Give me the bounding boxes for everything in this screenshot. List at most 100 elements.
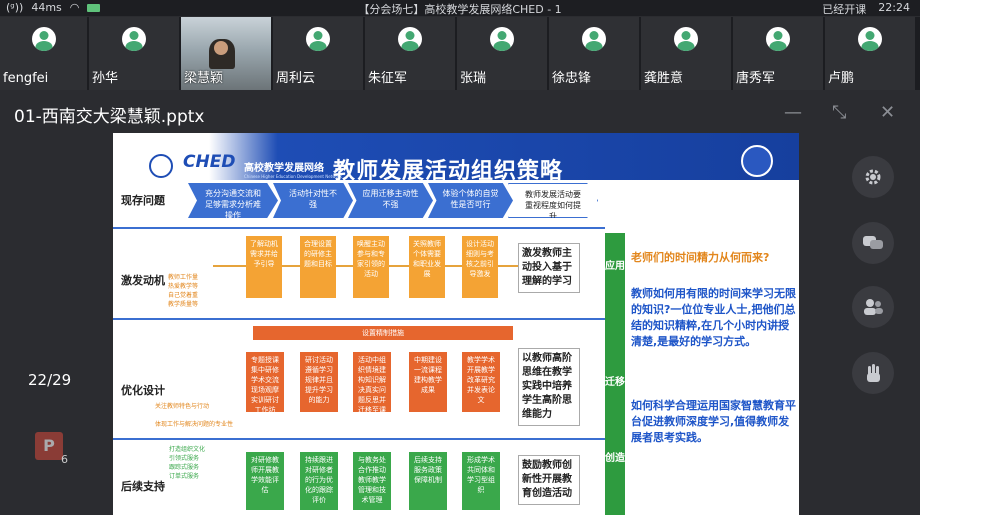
design-bar: 设置精制措施 — [253, 326, 513, 340]
design-box: 教学学术开展教学改革研究并发表论文 — [462, 352, 500, 412]
motive-factor: 教师工作量 — [168, 274, 199, 281]
ppt-count: 6 — [61, 453, 68, 466]
slide-header: CHED 高校教学发展网络 Chinese Higher Education D… — [113, 133, 799, 184]
participant-name: 徐忠锋 — [552, 71, 592, 86]
participant-tile[interactable]: 卢鹏 — [825, 17, 915, 90]
shrink-icon[interactable]: ⤡ — [832, 104, 846, 122]
university-emblem-icon — [741, 145, 773, 177]
stage-label: 创造 — [605, 453, 625, 464]
participant-tile[interactable]: fengfei — [0, 17, 87, 90]
participant-name: 朱征军 — [368, 71, 408, 86]
avatar-icon — [582, 27, 606, 51]
divider — [113, 438, 605, 440]
ched-logo: CHED — [183, 152, 236, 172]
participant-tile[interactable]: 孙华 — [89, 17, 179, 90]
participant-strip: fengfei 孙华 梁慧颖 周利云 朱征军 张瑞 徐忠锋 龚胜意 唐秀军 卢鹏 — [0, 17, 920, 90]
network-name-cn: 高校教学发展网络 — [244, 163, 324, 174]
slide-notes: 老师们的时间精力从何而来? 教师如何用有限的时间来学习无限的知识?一位位专业人士… — [625, 180, 799, 515]
stage-label: 应用 — [605, 261, 625, 272]
ppt-file-icon[interactable]: P — [35, 432, 63, 460]
avatar-icon — [398, 27, 422, 51]
support-factor: 跟踪式服务 — [169, 464, 200, 471]
shared-file-name: 01-西南交大梁慧颖.pptx — [14, 107, 205, 127]
participant-tile[interactable]: 唐秀军 — [733, 17, 823, 90]
speaker-head — [214, 41, 228, 55]
problem-arrow: 教师发展活动要重视程度如何提升 — [508, 183, 598, 218]
support-box: 形成学术共同体和学习型组织 — [462, 452, 500, 510]
support-factor: 引领式服务 — [169, 455, 200, 462]
raise-hand-button[interactable] — [852, 352, 894, 394]
chat-button[interactable] — [852, 222, 894, 264]
avatar-icon — [306, 27, 330, 51]
row-label: 后续支持 — [121, 480, 165, 493]
settings-button[interactable] — [852, 156, 894, 198]
blank-margin — [920, 0, 1000, 515]
row-label: 激发动机 — [121, 274, 165, 287]
clock: 22:24 — [878, 1, 910, 14]
network-name-en: Chinese Higher Education Development Net… — [244, 174, 342, 179]
design-box: 研讨活动遵循学习规律并且提升学习的能力 — [300, 352, 338, 412]
avatar-icon — [490, 27, 514, 51]
members-icon — [864, 299, 883, 315]
gear-icon — [865, 169, 881, 185]
design-box: 专题授课集中研修学术交流现场观摩实训研讨工作坊 — [246, 352, 284, 414]
status-bar: (ᵍ)) 44ms ◠ 【分会场七】高校教学发展网络CHED - 1 已经开课 … — [0, 0, 920, 16]
participant-name: 唐秀军 — [736, 71, 776, 86]
design-box: 活动中组织情境建构知识解决真实问题反思并迁移至课堂 — [353, 352, 391, 424]
design-box: 中期建设一流课程建构教学成果 — [409, 352, 447, 412]
chat-icon — [863, 236, 883, 249]
participant-tile[interactable]: 张瑞 — [457, 17, 547, 90]
participant-tile[interactable]: 朱征军 — [365, 17, 455, 90]
progression-bar — [605, 233, 625, 515]
shared-file-bar: 01-西南交大梁慧颖.pptx — ⤡ ✕ — [0, 96, 920, 130]
avatar-icon — [122, 27, 146, 51]
avatar-icon — [674, 27, 698, 51]
support-factor: 订单式服务 — [169, 473, 200, 480]
raise-hand-icon — [867, 364, 880, 382]
problem-arrow: 充分沟通交流和足够需求分析难操作 — [188, 183, 278, 218]
motive-factor: 自己觉着重 — [168, 292, 199, 299]
support-box: 持续跟进对研修者的行为优化的跟踪评价 — [300, 452, 338, 510]
motive-box: 唤醒主动参与和专家引领的活动 — [353, 236, 389, 298]
avatar-icon — [858, 27, 882, 51]
participant-tile[interactable]: 龚胜意 — [641, 17, 731, 90]
notes-paragraph: 如何科学合理运用国家智慧教育平台促进教师深度学习,值得教师发展者思考实践。 — [631, 399, 796, 444]
participant-name: 龚胜意 — [644, 71, 684, 86]
motive-box: 关照教师个体需要和职业发展 — [409, 236, 445, 298]
support-key-text: 鼓励教师创新性开展教育创造活动 — [518, 455, 580, 505]
meeting-status: 已经开课 — [822, 3, 867, 16]
participant-tile[interactable]: 周利云 — [273, 17, 363, 90]
motive-box: 设计活动细则与考核之前引导激发 — [462, 236, 498, 298]
design-key-text: 以教师高阶思维在教学实践中培养学生高阶思维能力 — [518, 348, 580, 426]
presentation-slide: CHED 高校教学发展网络 Chinese Higher Education D… — [113, 133, 799, 515]
avatar-icon — [766, 27, 790, 51]
minimize-icon[interactable]: — — [784, 104, 802, 122]
participant-name: 张瑞 — [460, 71, 487, 86]
close-icon[interactable]: ✕ — [880, 104, 895, 122]
participant-name: fengfei — [3, 71, 49, 86]
participant-name: 周利云 — [276, 71, 316, 86]
motive-factor: 教学质量等 — [168, 301, 199, 308]
members-button[interactable] — [852, 286, 894, 328]
participant-name: 梁慧颖 — [184, 71, 224, 86]
row-label: 优化设计 — [121, 384, 165, 397]
divider — [113, 227, 605, 229]
support-box: 后续支持服务政策保障机制 — [409, 452, 447, 510]
motive-box: 了解动机需求并给予引导 — [246, 236, 282, 298]
motive-key-text: 激发教师主动投入基于理解的学习 — [518, 243, 580, 293]
problem-arrow: 体验个体的自觉性是否可行 — [428, 183, 513, 218]
problem-arrow: 应用迁移主动性不强 — [348, 183, 433, 218]
motive-factor: 热爱教学等 — [168, 283, 199, 290]
meeting-title: 【分会场七】高校教学发展网络CHED - 1 — [358, 3, 562, 16]
strategy-diagram: 现存问题 充分沟通交流和足够需求分析难操作 活动针对性不强 应用迁移主动性不强 … — [113, 180, 625, 515]
meeting-app: (ᵍ)) 44ms ◠ 【分会场七】高校教学发展网络CHED - 1 已经开课 … — [0, 0, 920, 515]
participant-tile[interactable]: 徐忠锋 — [549, 17, 639, 90]
design-factor: 关注教师特色与行动 — [155, 403, 210, 410]
university-seal-icon — [149, 154, 173, 178]
design-factor: 体现工作与解决问题的专业性 — [155, 421, 234, 428]
divider — [113, 318, 605, 320]
participant-video-tile[interactable]: 梁慧颖 — [181, 17, 271, 90]
motive-box: 合理设置的研修主题和目标 — [300, 236, 336, 298]
notes-paragraph: 教师如何用有限的时间来学习无限的知识?一位位专业人士,把他们总结的知识精粹,在几… — [631, 287, 796, 348]
problem-arrow: 活动针对性不强 — [273, 183, 353, 218]
